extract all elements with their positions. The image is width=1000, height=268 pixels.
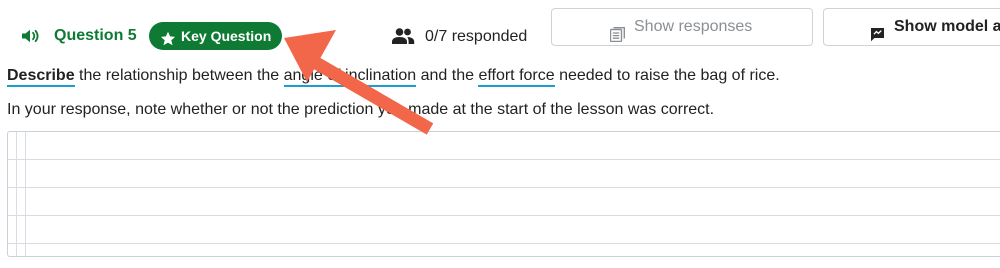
question-prompt: Describe the relationship between the an… (7, 66, 780, 87)
show-responses-button[interactable]: Show responses (551, 8, 813, 46)
response-textarea[interactable] (7, 131, 1000, 257)
vocab-term-angle-of-inclination[interactable]: angle of inclination (283, 67, 417, 87)
key-question-badge: Key Question (149, 22, 282, 50)
people-icon (391, 27, 415, 45)
question-card: Question 5 Key Question 0/7 responded Sh… (0, 0, 1000, 268)
ruled-line (8, 243, 1000, 244)
prompt-text: and the (416, 67, 479, 84)
ruled-line (8, 215, 1000, 216)
responded-count: 0/7 responded (425, 28, 528, 45)
vocab-term-describe[interactable]: Describe (7, 67, 75, 87)
list-icon (609, 20, 625, 43)
ruled-line (8, 159, 1000, 160)
question-number: Question 5 (54, 27, 137, 44)
comment-icon (870, 20, 885, 42)
margin-line (16, 132, 17, 256)
vocab-term-effort-force[interactable]: effort force (478, 67, 555, 87)
prompt-instruction: In your response, note whether or not th… (7, 101, 715, 118)
prompt-text: needed to raise the bag of rice. (554, 67, 780, 84)
speaker-icon[interactable] (21, 28, 41, 44)
show-model-label: Show model a (894, 18, 1000, 35)
show-model-answer-button[interactable]: Show model a (823, 8, 1000, 46)
margin-line (25, 132, 26, 256)
ruled-line (8, 187, 1000, 188)
show-responses-label: Show responses (634, 18, 753, 35)
star-icon (160, 28, 176, 46)
prompt-text: the relationship between the (74, 67, 284, 84)
key-question-label: Key Question (181, 28, 272, 44)
